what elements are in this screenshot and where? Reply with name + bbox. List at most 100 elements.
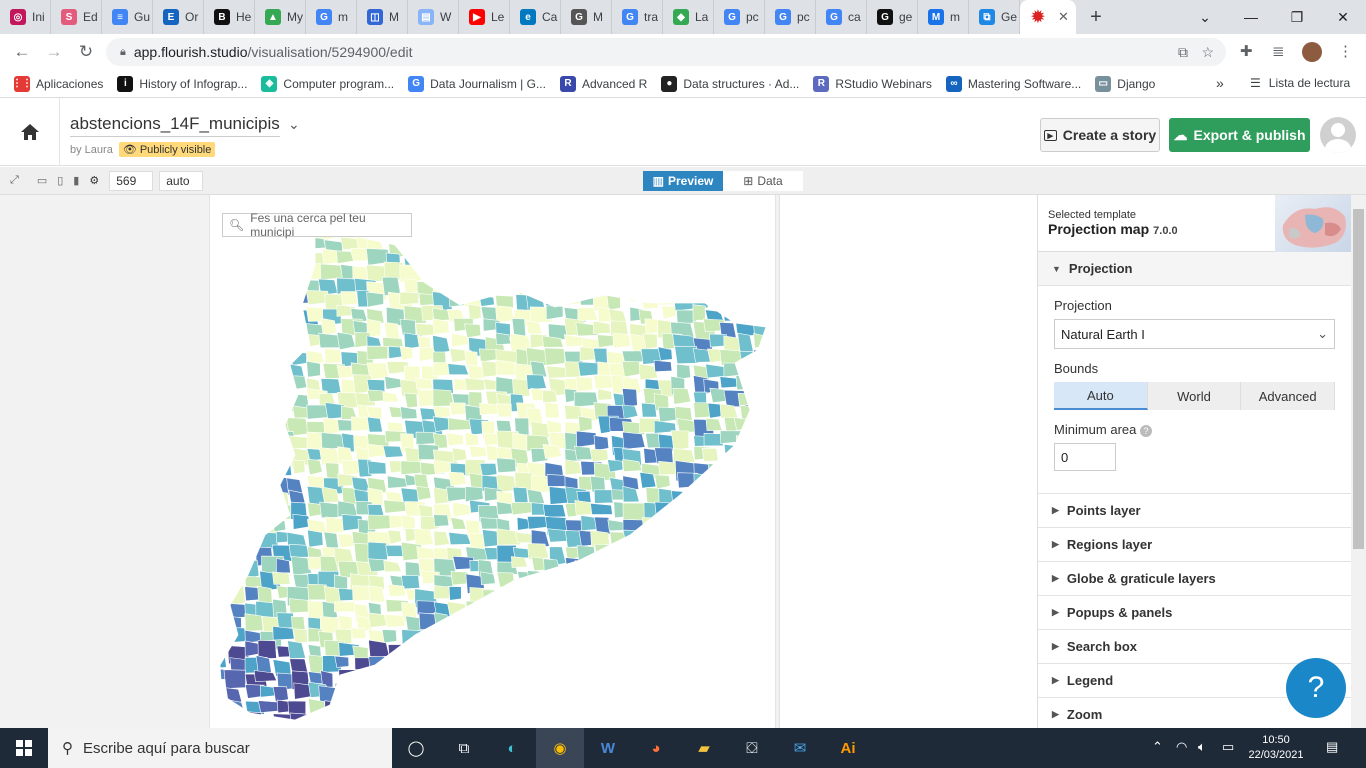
- municipality-region[interactable]: [736, 489, 751, 508]
- municipality-region[interactable]: [510, 501, 534, 516]
- municipality-region[interactable]: [533, 238, 550, 257]
- municipality-region[interactable]: [242, 309, 266, 323]
- municipality-region[interactable]: [416, 546, 436, 560]
- municipality-region[interactable]: [596, 252, 617, 270]
- municipality-region[interactable]: [256, 477, 275, 496]
- municipality-region[interactable]: [623, 627, 646, 642]
- municipality-region[interactable]: [755, 714, 769, 727]
- municipality-region[interactable]: [579, 698, 594, 717]
- municipality-region[interactable]: [545, 570, 563, 589]
- municipality-region[interactable]: [686, 631, 707, 650]
- browser-tab[interactable]: e Ca: [510, 0, 561, 34]
- municipality-region[interactable]: [366, 345, 389, 361]
- municipality-region[interactable]: [708, 279, 724, 292]
- municipality-region[interactable]: [592, 266, 607, 282]
- municipality-region[interactable]: [563, 210, 579, 228]
- municipality-region[interactable]: [629, 235, 654, 250]
- municipality-region[interactable]: [399, 346, 414, 361]
- municipality-region[interactable]: [306, 404, 329, 420]
- municipality-region[interactable]: [640, 701, 664, 720]
- municipality-region[interactable]: [388, 698, 405, 712]
- municipality-region[interactable]: [623, 714, 647, 728]
- municipality-region[interactable]: [399, 318, 417, 336]
- municipality-region[interactable]: [544, 401, 560, 419]
- municipality-region[interactable]: [721, 659, 739, 673]
- municipality-region[interactable]: [608, 195, 628, 209]
- municipality-region[interactable]: [274, 308, 297, 329]
- municipality-region[interactable]: [771, 347, 776, 363]
- municipality-region[interactable]: [704, 601, 727, 617]
- municipality-region[interactable]: [741, 682, 761, 700]
- municipality-region[interactable]: [260, 501, 283, 521]
- municipality-region[interactable]: [293, 195, 310, 210]
- media-icon[interactable]: ≣: [1272, 42, 1285, 60]
- municipality-region[interactable]: [293, 248, 315, 267]
- municipality-region[interactable]: [577, 713, 599, 728]
- municipality-region[interactable]: [271, 375, 291, 393]
- chevron-down-icon[interactable]: ⌄: [288, 116, 300, 133]
- municipality-region[interactable]: [706, 234, 725, 249]
- municipality-region[interactable]: [659, 711, 675, 722]
- visibility-badge[interactable]: 👁︎ Publicly visible: [118, 142, 216, 157]
- municipality-region[interactable]: [557, 698, 578, 718]
- scrollbar-thumb[interactable]: [1353, 209, 1364, 549]
- municipality-region[interactable]: [334, 655, 350, 668]
- illustrator-icon[interactable]: Ai: [824, 728, 872, 768]
- municipality-region[interactable]: [589, 448, 609, 463]
- municipality-region[interactable]: [672, 713, 691, 727]
- municipality-regions[interactable]: [210, 195, 776, 728]
- municipality-region[interactable]: [517, 224, 541, 242]
- municipality-region[interactable]: [737, 658, 753, 678]
- municipality-region[interactable]: [708, 625, 735, 642]
- municipality-region[interactable]: [529, 225, 552, 238]
- municipality-region[interactable]: [307, 529, 324, 548]
- municipality-region[interactable]: [659, 683, 678, 701]
- municipality-region[interactable]: [738, 501, 757, 515]
- municipality-region[interactable]: [418, 672, 436, 692]
- municipality-region[interactable]: [549, 600, 567, 620]
- municipality-region[interactable]: [708, 517, 726, 533]
- municipality-region[interactable]: [228, 488, 250, 504]
- municipality-region[interactable]: [671, 598, 692, 613]
- municipality-region[interactable]: [448, 640, 466, 657]
- municipality-region[interactable]: [211, 472, 235, 488]
- municipality-region[interactable]: [654, 474, 671, 490]
- municipality-region[interactable]: [639, 532, 661, 551]
- municipality-region[interactable]: [479, 462, 498, 477]
- municipality-region[interactable]: [256, 715, 277, 728]
- municipality-region[interactable]: [590, 503, 613, 515]
- browser-tab[interactable]: ▤ W: [408, 0, 459, 34]
- municipality-region[interactable]: [257, 293, 281, 313]
- more-bookmarks-icon[interactable]: »: [1216, 75, 1224, 91]
- municipality-region[interactable]: [433, 514, 450, 527]
- municipality-region[interactable]: [597, 388, 613, 401]
- municipality-region[interactable]: [622, 431, 646, 450]
- municipality-region[interactable]: [433, 530, 450, 547]
- bookmark-item[interactable]: R RStudio Webinars: [813, 75, 932, 92]
- municipality-region[interactable]: [468, 303, 482, 321]
- municipality-region[interactable]: [638, 195, 655, 210]
- section-regions-layer[interactable]: ▶ Regions layer: [1038, 528, 1351, 562]
- municipality-region[interactable]: [221, 331, 245, 349]
- municipality-region[interactable]: [213, 701, 232, 720]
- municipality-region[interactable]: [702, 210, 717, 224]
- municipality-region[interactable]: [325, 516, 344, 534]
- municipality-region[interactable]: [708, 571, 730, 586]
- municipality-region[interactable]: [686, 641, 703, 661]
- municipality-region[interactable]: [659, 656, 681, 671]
- municipality-region[interactable]: [590, 584, 615, 601]
- municipality-region[interactable]: [259, 332, 280, 351]
- municipality-region[interactable]: [272, 571, 291, 585]
- municipality-region[interactable]: [770, 416, 776, 434]
- municipality-region[interactable]: [467, 249, 488, 266]
- municipality-region[interactable]: [768, 492, 776, 508]
- municipality-region[interactable]: [530, 195, 555, 208]
- municipality-region[interactable]: [275, 443, 293, 460]
- municipality-region[interactable]: [734, 585, 757, 601]
- municipality-region[interactable]: [541, 654, 563, 675]
- municipality-region[interactable]: [210, 323, 222, 335]
- municipality-region[interactable]: [722, 248, 744, 263]
- panel-scrollbar[interactable]: [1351, 195, 1366, 728]
- municipality-region[interactable]: [543, 612, 565, 629]
- municipality-region[interactable]: [227, 585, 246, 606]
